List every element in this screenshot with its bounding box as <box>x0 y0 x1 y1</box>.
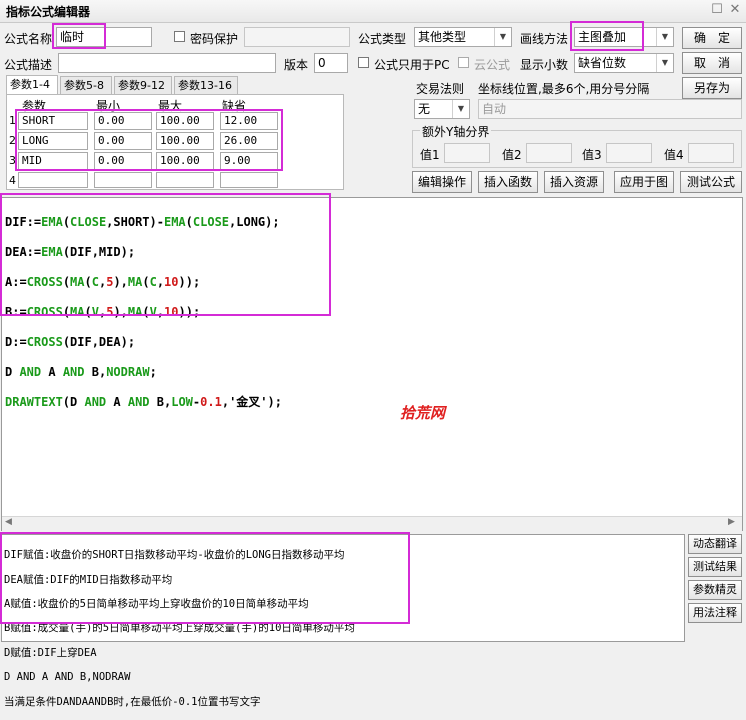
decimals-label: 显示小数 <box>520 58 569 72</box>
apply-to-chart-button[interactable]: 应用于图 <box>614 171 674 193</box>
password-checkbox[interactable] <box>174 31 185 42</box>
version-input[interactable]: 0 <box>314 53 348 73</box>
tab-params-5-8[interactable]: 参数5-8 <box>60 76 112 94</box>
yaxis-v1-input[interactable] <box>444 143 490 163</box>
scroll-right-icon[interactable]: ▶ <box>728 517 735 527</box>
pc-only-checkbox[interactable] <box>358 57 369 68</box>
cloud-label: 云公式 <box>474 58 511 72</box>
param-name-input[interactable] <box>18 172 88 188</box>
title-bar: 指标公式编辑器 ☐ ✕ <box>0 0 746 23</box>
ok-button[interactable]: 确 定 <box>682 27 742 49</box>
chevron-down-icon: ▼ <box>656 54 673 72</box>
chevron-down-icon: ▼ <box>452 100 469 118</box>
highlight-params <box>15 109 283 171</box>
chevron-down-icon: ▼ <box>494 28 511 46</box>
yaxis-v4-input[interactable] <box>688 143 734 163</box>
trade-select[interactable]: 无 ▼ <box>414 99 470 119</box>
insert-function-button[interactable]: 插入函数 <box>478 171 538 193</box>
window-title: 指标公式编辑器 <box>6 5 91 19</box>
pc-only-label: 公式只用于PC <box>374 58 450 72</box>
password-label: 密码保护 <box>190 32 239 46</box>
trade-label: 交易法则 <box>416 82 465 96</box>
param-wizard-button[interactable]: 参数精灵 <box>688 580 742 600</box>
yaxis-v3-input[interactable] <box>606 143 652 163</box>
code-line-7: DRAWTEXT(D AND A AND B,LOW-0.1,'金叉'); <box>5 395 282 409</box>
type-value: 其他类型 <box>418 30 467 44</box>
editor-scrollbar[interactable]: ◀ ▶ <box>2 516 742 531</box>
tab-params-9-12[interactable]: 参数9-12 <box>114 76 172 94</box>
restore-icon[interactable]: ☐ <box>710 3 724 17</box>
highlight-explain <box>0 532 410 624</box>
usage-notes-button[interactable]: 用法注释 <box>688 603 742 623</box>
trade-value: 无 <box>418 102 431 116</box>
test-formula-button[interactable]: 测试公式 <box>680 171 742 193</box>
test-result-button[interactable]: 测试结果 <box>688 557 742 577</box>
version-label: 版本 <box>284 58 309 72</box>
param-default-input[interactable] <box>220 172 278 188</box>
tab-params-1-4[interactable]: 参数1-4 <box>6 75 58 95</box>
decimals-value: 缺省位数 <box>578 56 627 70</box>
yaxis-v4-label: 值4 <box>664 148 684 162</box>
type-label: 公式类型 <box>358 32 407 46</box>
explain-line: B赋值:成交量(手)的5日简单移动平均上穿成交量(手)的10日简单移动平均 <box>4 622 355 635</box>
dynamic-translate-button[interactable]: 动态翻译 <box>688 534 742 554</box>
draw-label: 画线方法 <box>520 32 569 46</box>
yaxis-v1-label: 值1 <box>420 148 440 162</box>
cancel-button[interactable]: 取 消 <box>682 52 742 74</box>
cloud-checkbox[interactable] <box>458 57 469 68</box>
desc-label: 公式描述 <box>4 58 53 72</box>
yaxis-title: 额外Y轴分界 <box>420 123 492 140</box>
param-row-index: 4 <box>9 174 16 187</box>
highlight-name <box>52 23 106 49</box>
save-as-button[interactable]: 另存为 <box>682 77 742 99</box>
explain-line: D赋值:DIF上穿DEA <box>4 646 97 659</box>
decimals-select[interactable]: 缺省位数 ▼ <box>574 53 674 73</box>
password-input[interactable] <box>244 27 350 47</box>
coord-input[interactable]: 自动 <box>478 99 742 119</box>
yaxis-v3-label: 值3 <box>582 148 602 162</box>
name-label: 公式名称 <box>4 32 53 46</box>
highlight-code <box>0 193 331 316</box>
highlight-draw <box>570 21 644 51</box>
desc-input[interactable] <box>58 53 276 73</box>
insert-resource-button[interactable]: 插入资源 <box>544 171 604 193</box>
coord-label: 坐标线位置,最多6个,用分号分隔 <box>478 82 650 96</box>
type-select[interactable]: 其他类型 ▼ <box>414 27 512 47</box>
code-line-6: D AND A AND B,NODRAW; <box>5 365 157 379</box>
scroll-left-icon[interactable]: ◀ <box>5 517 12 527</box>
close-icon[interactable]: ✕ <box>728 3 742 17</box>
watermark-logo: 拾荒网 <box>400 404 446 422</box>
yaxis-v2-label: 值2 <box>502 148 522 162</box>
explain-line: 当满足条件DANDAANDB时,在最低价-0.1位置书写文字 <box>4 695 261 708</box>
chevron-down-icon: ▼ <box>656 28 673 46</box>
code-line-5: D:=CROSS(DIF,DEA); <box>5 335 136 349</box>
param-max-input[interactable] <box>156 172 214 188</box>
tab-params-13-16[interactable]: 参数13-16 <box>174 76 238 94</box>
edit-ops-button[interactable]: 编辑操作 <box>412 171 472 193</box>
param-min-input[interactable] <box>94 172 152 188</box>
yaxis-v2-input[interactable] <box>526 143 572 163</box>
explain-line: D AND A AND B,NODRAW <box>4 671 131 684</box>
